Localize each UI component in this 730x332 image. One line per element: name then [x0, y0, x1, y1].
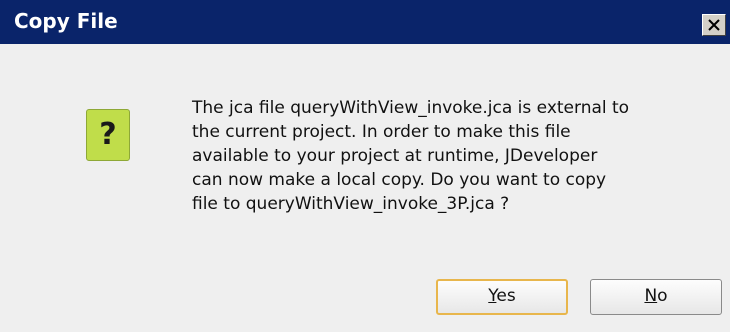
yes-label-rest: es: [496, 286, 516, 306]
question-mark-glyph: ?: [99, 117, 117, 152]
close-icon: [708, 19, 720, 31]
message-line: can now make a local copy. Do you want t…: [192, 170, 607, 190]
window-title: Copy File: [14, 9, 118, 33]
close-button[interactable]: [702, 14, 726, 36]
question-icon: ?: [86, 109, 130, 161]
no-label-rest: o: [657, 286, 668, 306]
yes-button-label: Yes: [488, 286, 515, 306]
copy-file-dialog: Copy File ? The jca file queryWithView_i…: [0, 0, 730, 332]
no-button-label: No: [644, 286, 667, 306]
no-mnemonic: N: [644, 286, 658, 306]
message-line: The jca file queryWithView_invoke.jca is…: [192, 98, 630, 118]
message-text: The jca file queryWithView_invoke.jca is…: [192, 96, 722, 216]
title-bar[interactable]: Copy File: [0, 0, 730, 44]
message-line: file to queryWithView_invoke_3P.jca ?: [192, 194, 510, 214]
no-button[interactable]: No: [590, 279, 722, 315]
message-line: the current project. In order to make th…: [192, 122, 571, 142]
message-line: available to your project at runtime, JD…: [192, 146, 598, 166]
yes-button[interactable]: Yes: [436, 279, 568, 315]
